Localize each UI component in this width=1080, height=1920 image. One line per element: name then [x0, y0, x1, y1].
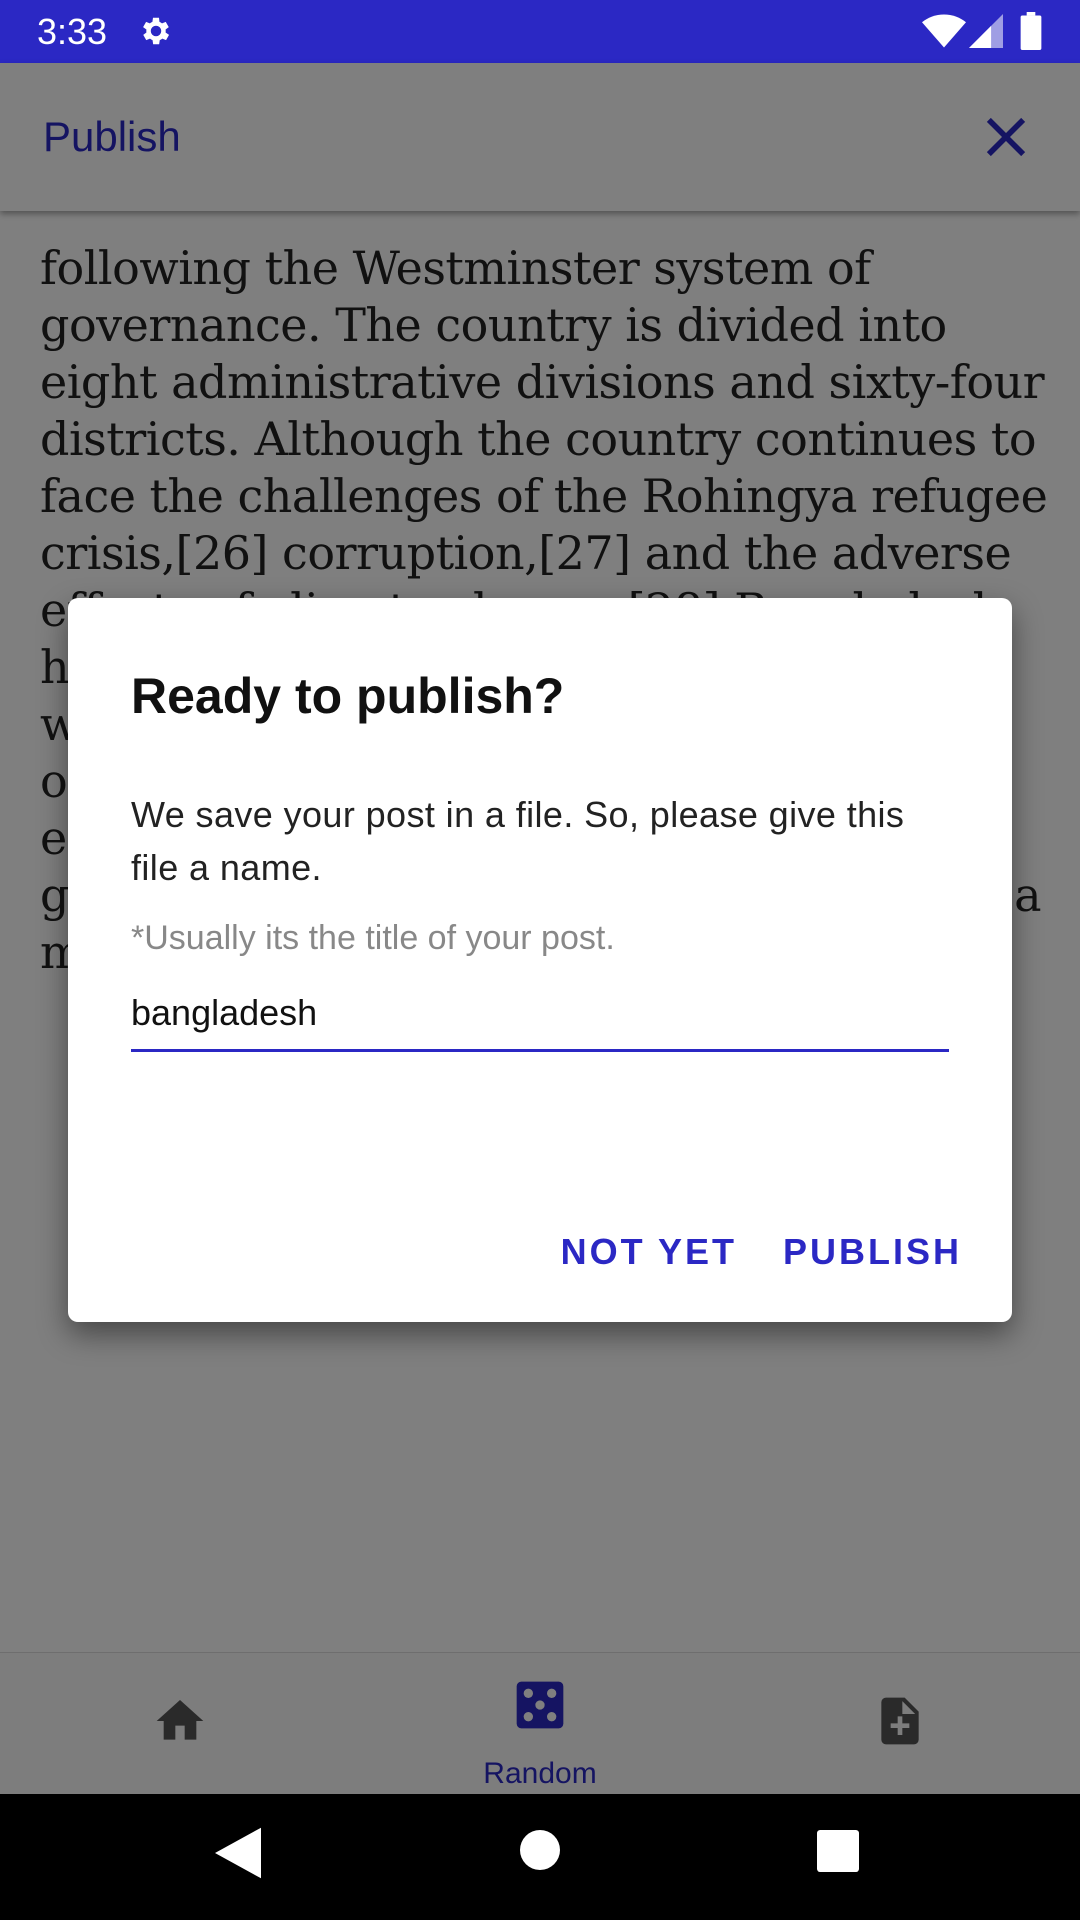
home-circle-icon[interactable]	[520, 1830, 560, 1870]
publish-button[interactable]: PUBLISH	[775, 1222, 970, 1282]
dialog-actions: NOT YET PUBLISH	[553, 1222, 970, 1282]
dialog-message: We save your post in a file. So, please …	[131, 794, 905, 888]
system-navigation-bar	[0, 1794, 1080, 1920]
file-name-input[interactable]	[131, 976, 949, 1052]
battery-icon	[1020, 12, 1042, 50]
back-icon[interactable]	[215, 1827, 261, 1879]
not-yet-button[interactable]: NOT YET	[553, 1222, 745, 1282]
status-bar: 3:33	[0, 0, 1080, 63]
dialog-title: Ready to publish?	[131, 668, 565, 724]
gear-icon	[143, 17, 170, 45]
file-name-hint: *Usually its the title of your post.	[131, 919, 615, 957]
status-time: 3:33	[37, 11, 108, 52]
wifi-icon	[922, 14, 966, 48]
signal-icon	[969, 14, 1003, 48]
recents-icon[interactable]	[817, 1830, 859, 1872]
publish-dialog: Ready to publish? We save your post in a…	[68, 598, 1012, 1322]
